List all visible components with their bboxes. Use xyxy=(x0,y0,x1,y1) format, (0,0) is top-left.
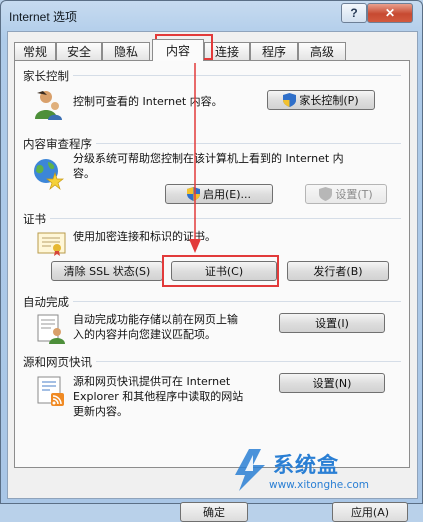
content-advisor-globe-icon xyxy=(34,159,64,191)
content-advisor-enable-button[interactable]: 启用(E)... xyxy=(165,184,273,204)
parental-control-heading: 家长控制 xyxy=(23,68,73,84)
tab-strip: 常规 安全 隐私 内容 连接 程序 高级 xyxy=(14,39,410,61)
publishers-button[interactable]: 发行者(B) xyxy=(287,261,389,281)
tab-advanced[interactable]: 高级 xyxy=(298,42,346,60)
feeds-description-line1: 源和网页快讯提供可在 Internet xyxy=(73,375,231,388)
annotation-arrow xyxy=(189,63,201,253)
tab-security[interactable]: 安全 xyxy=(56,42,102,60)
autocomplete-heading: 自动完成 xyxy=(23,294,73,310)
internet-options-window: Internet 选项 ? ✕ 常规 安全 隐私 内容 连接 程序 高级 家长控… xyxy=(0,0,423,522)
parental-control-button[interactable]: 家长控制(P) xyxy=(267,90,375,110)
tab-programs[interactable]: 程序 xyxy=(250,42,298,60)
ok-button[interactable]: 确定 xyxy=(180,502,248,522)
title-bar[interactable]: Internet 选项 ? ✕ xyxy=(1,1,422,31)
uac-shield-icon xyxy=(319,187,333,201)
window-title: Internet 选项 xyxy=(9,10,78,24)
tab-connections[interactable]: 连接 xyxy=(204,42,250,60)
close-button[interactable]: ✕ xyxy=(367,3,413,23)
tab-privacy[interactable]: 隐私 xyxy=(102,42,150,60)
feeds-description-line2: Explorer 和其他程序中读取的网站 xyxy=(73,390,244,403)
content-advisor-settings-label: 设置(T) xyxy=(335,188,373,201)
watermark: 系统盒 www.xitonghe.com xyxy=(229,447,419,499)
feeds-icon xyxy=(37,376,64,406)
dialog-client: 常规 安全 隐私 内容 连接 程序 高级 家长控制 控制可查看的 Interne… xyxy=(7,31,418,522)
tab-content[interactable]: 内容 xyxy=(152,39,204,61)
content-advisor-settings-button[interactable]: 设置(T) xyxy=(305,184,387,204)
tab-general[interactable]: 常规 xyxy=(14,42,56,60)
certificates-button[interactable]: 证书(C) xyxy=(171,261,277,281)
uac-shield-icon xyxy=(283,93,297,107)
feeds-description-line3: 更新内容。 xyxy=(73,405,128,418)
certificates-heading: 证书 xyxy=(23,211,50,227)
certificate-icon xyxy=(37,232,66,256)
group-divider xyxy=(23,75,401,76)
content-advisor-heading: 内容审查程序 xyxy=(23,136,96,152)
content-advisor-description-line2: 容。 xyxy=(73,167,95,180)
autocomplete-description-line2: 入的内容并向您建议匹配项。 xyxy=(73,328,216,341)
feeds-settings-button[interactable]: 设置(N) xyxy=(279,373,385,393)
content-advisor-enable-label: 启用(E)... xyxy=(202,188,252,201)
watermark-brand: 系统盒 xyxy=(273,453,339,477)
autocomplete-icon xyxy=(37,314,65,344)
help-button[interactable]: ? xyxy=(341,3,367,23)
apply-button[interactable]: 应用(A) xyxy=(332,502,408,522)
content-tab-panel: 家长控制 控制可查看的 Internet 内容。 家长控制(P) 内容审查程序 xyxy=(14,60,410,468)
watermark-logo-icon xyxy=(235,449,265,491)
autocomplete-description-line1: 自动完成功能存储以前在网页上输 xyxy=(73,313,238,326)
parental-control-button-label: 家长控制(P) xyxy=(299,94,359,107)
content-advisor-description-line1: 分级系统可帮助您控制在该计算机上看到的 Internet 内 xyxy=(73,152,344,165)
watermark-url: www.xitonghe.com xyxy=(269,479,370,491)
parental-control-icon xyxy=(35,91,62,120)
group-divider xyxy=(23,218,401,219)
group-divider xyxy=(23,301,401,302)
autocomplete-settings-button[interactable]: 设置(I) xyxy=(279,313,385,333)
feeds-heading: 源和网页快讯 xyxy=(23,354,96,370)
clear-ssl-state-button[interactable]: 清除 SSL 状态(S) xyxy=(51,261,163,281)
